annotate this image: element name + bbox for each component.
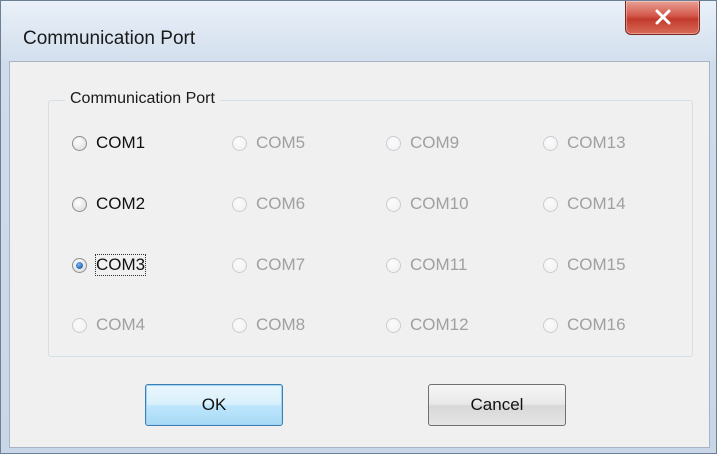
radio-icon [72, 135, 87, 151]
radio-com9[interactable]: COM9 [386, 131, 459, 155]
radio-icon [543, 257, 558, 273]
window-title: Communication Port [23, 28, 196, 49]
radio-label: COM7 [256, 255, 306, 274]
radio-label: COM13 [567, 133, 626, 152]
radio-com3[interactable]: COM3 [72, 253, 147, 277]
radio-com15[interactable]: COM15 [543, 253, 626, 277]
groupbox-label: Communication Port [65, 90, 220, 108]
radio-label: COM9 [410, 133, 460, 152]
radio-com8[interactable]: COM8 [232, 313, 305, 337]
radio-icon [232, 317, 247, 333]
radio-label: COM14 [567, 194, 626, 213]
radio-com12[interactable]: COM12 [386, 313, 469, 337]
radio-icon [543, 196, 558, 212]
dialog-window: Communication Port Communication Port CO… [0, 0, 717, 454]
radio-com6[interactable]: COM6 [232, 192, 305, 216]
radio-com4[interactable]: COM4 [72, 313, 145, 337]
radio-icon [386, 135, 401, 151]
radio-icon [543, 317, 558, 333]
radio-icon [72, 317, 87, 333]
radio-com10[interactable]: COM10 [386, 192, 469, 216]
radio-com1[interactable]: COM1 [72, 131, 145, 155]
radio-icon [386, 257, 401, 273]
radio-com16[interactable]: COM16 [543, 313, 626, 337]
title-bar[interactable]: Communication Port [1, 1, 716, 61]
cancel-button[interactable]: Cancel [428, 384, 566, 426]
radio-icon [72, 196, 87, 212]
radio-com5[interactable]: COM5 [232, 131, 305, 155]
radio-label: COM6 [256, 194, 306, 213]
radio-label: COM8 [256, 315, 306, 334]
radio-com11[interactable]: COM11 [386, 253, 467, 277]
radio-icon [232, 196, 247, 212]
radio-com13[interactable]: COM13 [543, 131, 626, 155]
radio-label: COM16 [567, 315, 626, 334]
dialog-client-area: Communication Port COM1 COM2 COM3 COM4 C… [9, 61, 710, 448]
radio-icon [232, 257, 247, 273]
radio-icon [386, 317, 401, 333]
radio-com7[interactable]: COM7 [232, 253, 305, 277]
close-icon [655, 9, 671, 25]
radio-label: COM2 [96, 194, 146, 213]
radio-icon [232, 135, 247, 151]
ok-button[interactable]: OK [145, 384, 283, 426]
radio-com2[interactable]: COM2 [72, 192, 145, 216]
radio-label: COM11 [410, 255, 468, 274]
radio-label: COM10 [410, 194, 469, 213]
radio-label: COM3 [94, 254, 147, 276]
radio-com14[interactable]: COM14 [543, 192, 626, 216]
radio-label: COM5 [256, 133, 306, 152]
radio-label: COM12 [410, 315, 469, 334]
radio-label: COM1 [96, 133, 146, 152]
radio-label: COM4 [96, 315, 146, 334]
radio-icon [386, 196, 401, 212]
radio-label: COM15 [567, 255, 626, 274]
close-button[interactable] [625, 1, 700, 35]
radio-icon [72, 257, 87, 273]
radio-icon [543, 135, 558, 151]
